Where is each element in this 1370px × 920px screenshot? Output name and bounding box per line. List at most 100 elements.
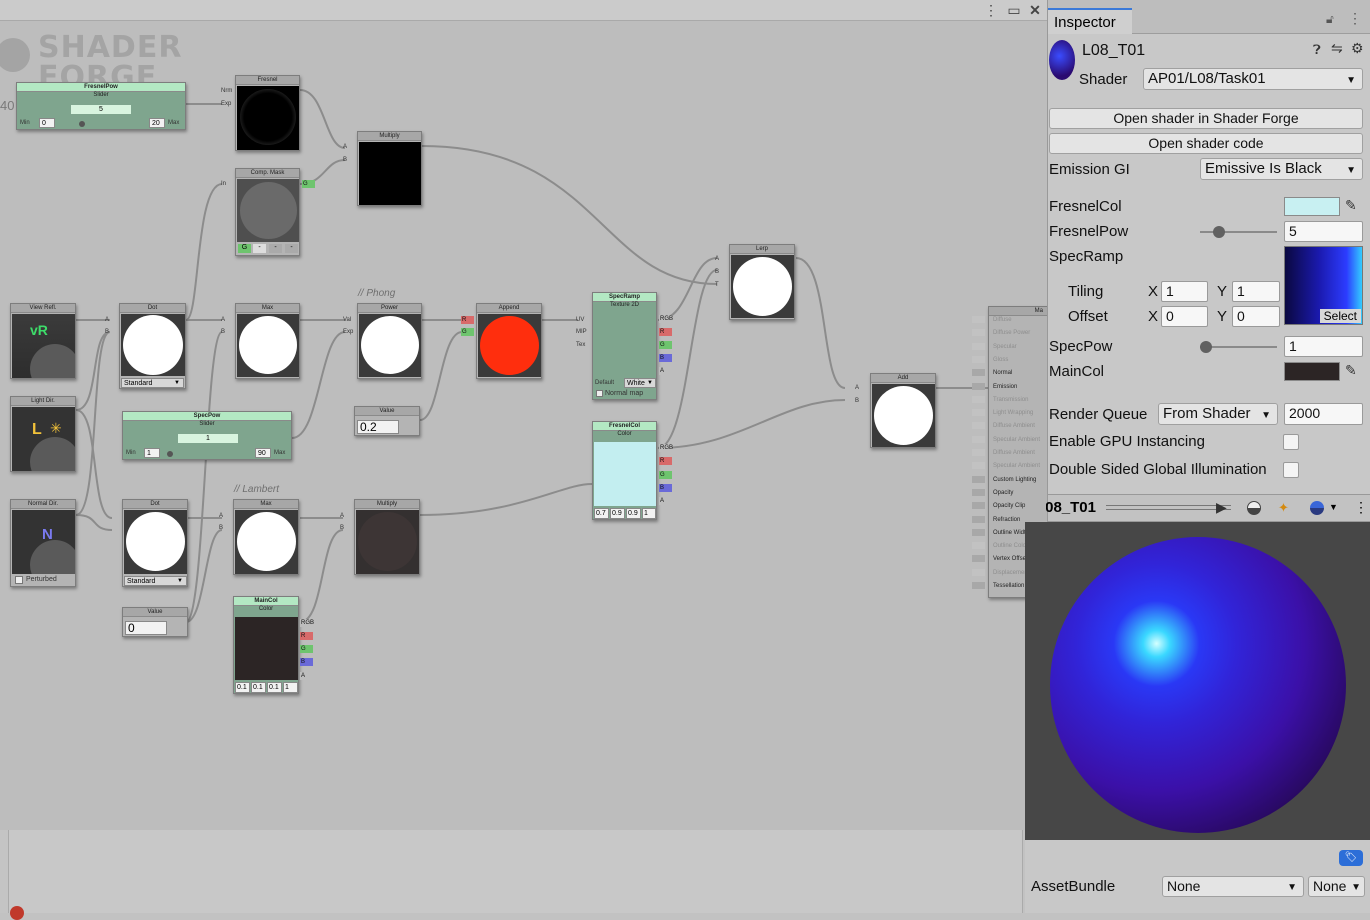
- slider-value[interactable]: 1: [178, 434, 238, 443]
- more-menu-icon[interactable]: ⋮: [1348, 10, 1362, 27]
- node-value[interactable]: Value 0.2: [354, 406, 420, 436]
- node-comp-mask[interactable]: Comp. Mask G - - -: [235, 168, 300, 256]
- node-multiply[interactable]: Multiply: [357, 131, 422, 206]
- value-field[interactable]: 0.2: [357, 420, 399, 434]
- material-preview[interactable]: [1025, 522, 1370, 840]
- render-queue-dropdown[interactable]: From Shader ▼: [1158, 403, 1278, 425]
- chevron-down-icon[interactable]: ▼: [1329, 502, 1338, 512]
- main-input-port[interactable]: [972, 582, 985, 589]
- main-input-port[interactable]: [972, 462, 985, 470]
- color-component-field[interactable]: 0.1: [235, 682, 250, 693]
- min-field[interactable]: 0: [39, 118, 55, 128]
- output-port[interactable]: A: [659, 367, 672, 375]
- eyedropper-icon[interactable]: ✎: [1345, 197, 1357, 214]
- output-port[interactable]: A: [300, 672, 313, 680]
- tiling-x-field[interactable]: 1: [1161, 281, 1208, 302]
- mask-channel-button[interactable]: -: [285, 244, 298, 253]
- lock-icon[interactable]: 🔓︎: [1326, 12, 1334, 27]
- node-view-refl[interactable]: View Refl. vR: [10, 303, 76, 379]
- fresnelcol-swatch[interactable]: [1284, 197, 1340, 216]
- preview-background-icon[interactable]: [1310, 501, 1324, 515]
- output-port[interactable]: G: [300, 645, 313, 653]
- eyedropper-icon[interactable]: ✎: [1345, 362, 1357, 379]
- main-input-port[interactable]: [972, 475, 985, 483]
- color-component-field[interactable]: 1: [642, 508, 656, 519]
- tiling-y-field[interactable]: 1: [1232, 281, 1280, 302]
- main-input-port[interactable]: [972, 382, 985, 390]
- presets-icon[interactable]: ⇋: [1331, 40, 1343, 57]
- slider-value[interactable]: 5: [71, 105, 131, 114]
- play-icon[interactable]: ▶: [1216, 499, 1227, 516]
- main-input-port[interactable]: [972, 435, 985, 443]
- offset-x-field[interactable]: 0: [1161, 306, 1208, 327]
- asset-label-icon[interactable]: 🏷︎: [1339, 850, 1363, 866]
- assetbundle-variant-dropdown[interactable]: None ▼: [1308, 876, 1365, 897]
- shader-dropdown[interactable]: AP01/L08/Task01 ▼: [1143, 68, 1363, 90]
- output-port[interactable]: B: [659, 484, 672, 492]
- fresnelpow-field[interactable]: 5: [1284, 221, 1363, 242]
- node-append[interactable]: Append: [476, 303, 542, 379]
- color-component-field[interactable]: 1: [283, 682, 298, 693]
- color-component-field[interactable]: 0.9: [610, 508, 625, 519]
- node-power[interactable]: Power: [357, 303, 422, 379]
- node-max[interactable]: Max: [233, 499, 299, 575]
- input-port[interactable]: G: [461, 328, 474, 336]
- main-input-port[interactable]: [972, 422, 985, 430]
- output-port[interactable]: B: [659, 354, 672, 362]
- main-input-port[interactable]: [972, 355, 985, 363]
- main-input-port[interactable]: [972, 528, 985, 536]
- output-port[interactable]: G: [302, 180, 315, 188]
- node-value[interactable]: Value 0: [122, 607, 188, 637]
- output-port[interactable]: A: [659, 497, 672, 505]
- value-field[interactable]: 0: [125, 621, 167, 635]
- specpow-slider-knob[interactable]: [1200, 341, 1212, 353]
- dot-mode-select[interactable]: Standard ▼: [124, 576, 187, 586]
- tab-inspector[interactable]: Inspector: [1048, 8, 1132, 34]
- main-input-port[interactable]: [972, 515, 985, 523]
- specramp-texture-slot[interactable]: Select: [1284, 246, 1363, 325]
- node-max[interactable]: Max: [235, 303, 300, 379]
- main-input-port[interactable]: [972, 342, 985, 350]
- output-port[interactable]: RGB: [659, 315, 673, 323]
- node-lerp[interactable]: Lerp: [729, 244, 795, 320]
- main-input-port[interactable]: [972, 369, 985, 377]
- node-fresnelcol[interactable]: FresnelCol Color 0.7 0.9 0.9 1: [592, 421, 657, 520]
- emission-gi-dropdown[interactable]: Emissive Is Black ▼: [1200, 158, 1363, 180]
- maincol-swatch[interactable]: [1284, 362, 1340, 381]
- min-field[interactable]: 1: [144, 448, 160, 458]
- main-input-port[interactable]: [972, 329, 985, 337]
- node-specpow-slider[interactable]: SpecPow Slider 1 Min 1 90 Max: [122, 411, 292, 460]
- normal-map-checkbox[interactable]: [596, 390, 603, 397]
- output-port[interactable]: R: [659, 328, 672, 336]
- color-component-field[interactable]: 0.7: [594, 508, 609, 519]
- output-port[interactable]: R: [659, 457, 672, 465]
- gear-icon[interactable]: ⚙: [1351, 40, 1364, 57]
- lights-icon[interactable]: ✦: [1278, 500, 1289, 516]
- output-port[interactable]: RGB: [659, 444, 673, 452]
- slider-knob[interactable]: [167, 451, 173, 457]
- assetbundle-dropdown[interactable]: None ▼: [1162, 876, 1304, 897]
- shader-graph-canvas[interactable]: ⋮ ▭ ✕ SHADER FORGE 40 // Phong // Lamber…: [0, 0, 1047, 830]
- input-port[interactable]: R: [461, 316, 474, 324]
- node-normal-dir[interactable]: Normal Dir. N Perturbed: [10, 499, 76, 587]
- max-field[interactable]: 20: [149, 118, 165, 128]
- output-port[interactable]: RGB: [300, 619, 314, 627]
- dot-mode-select[interactable]: Standard ▼: [121, 378, 184, 388]
- help-icon[interactable]: ❓︎: [1313, 42, 1321, 58]
- main-input-port[interactable]: [972, 542, 985, 550]
- node-add[interactable]: Add: [870, 373, 936, 448]
- main-input-port[interactable]: [972, 395, 985, 403]
- double-sided-gi-checkbox[interactable]: [1283, 462, 1299, 478]
- open-in-shader-forge-button[interactable]: Open shader in Shader Forge: [1049, 108, 1363, 129]
- main-input-port[interactable]: [972, 449, 985, 456]
- fresnelpow-slider-knob[interactable]: [1213, 226, 1226, 238]
- offset-y-field[interactable]: 0: [1232, 306, 1280, 327]
- slider-knob[interactable]: [79, 121, 85, 127]
- preview-mesh-icon[interactable]: [1247, 501, 1261, 515]
- main-input-port[interactable]: [972, 502, 985, 510]
- output-port[interactable]: G: [659, 471, 672, 479]
- preview-drag-handle[interactable]: [1106, 505, 1231, 510]
- mask-channel-button[interactable]: -: [269, 244, 282, 253]
- specpow-field[interactable]: 1: [1284, 336, 1363, 357]
- mask-channel-button[interactable]: -: [253, 244, 266, 253]
